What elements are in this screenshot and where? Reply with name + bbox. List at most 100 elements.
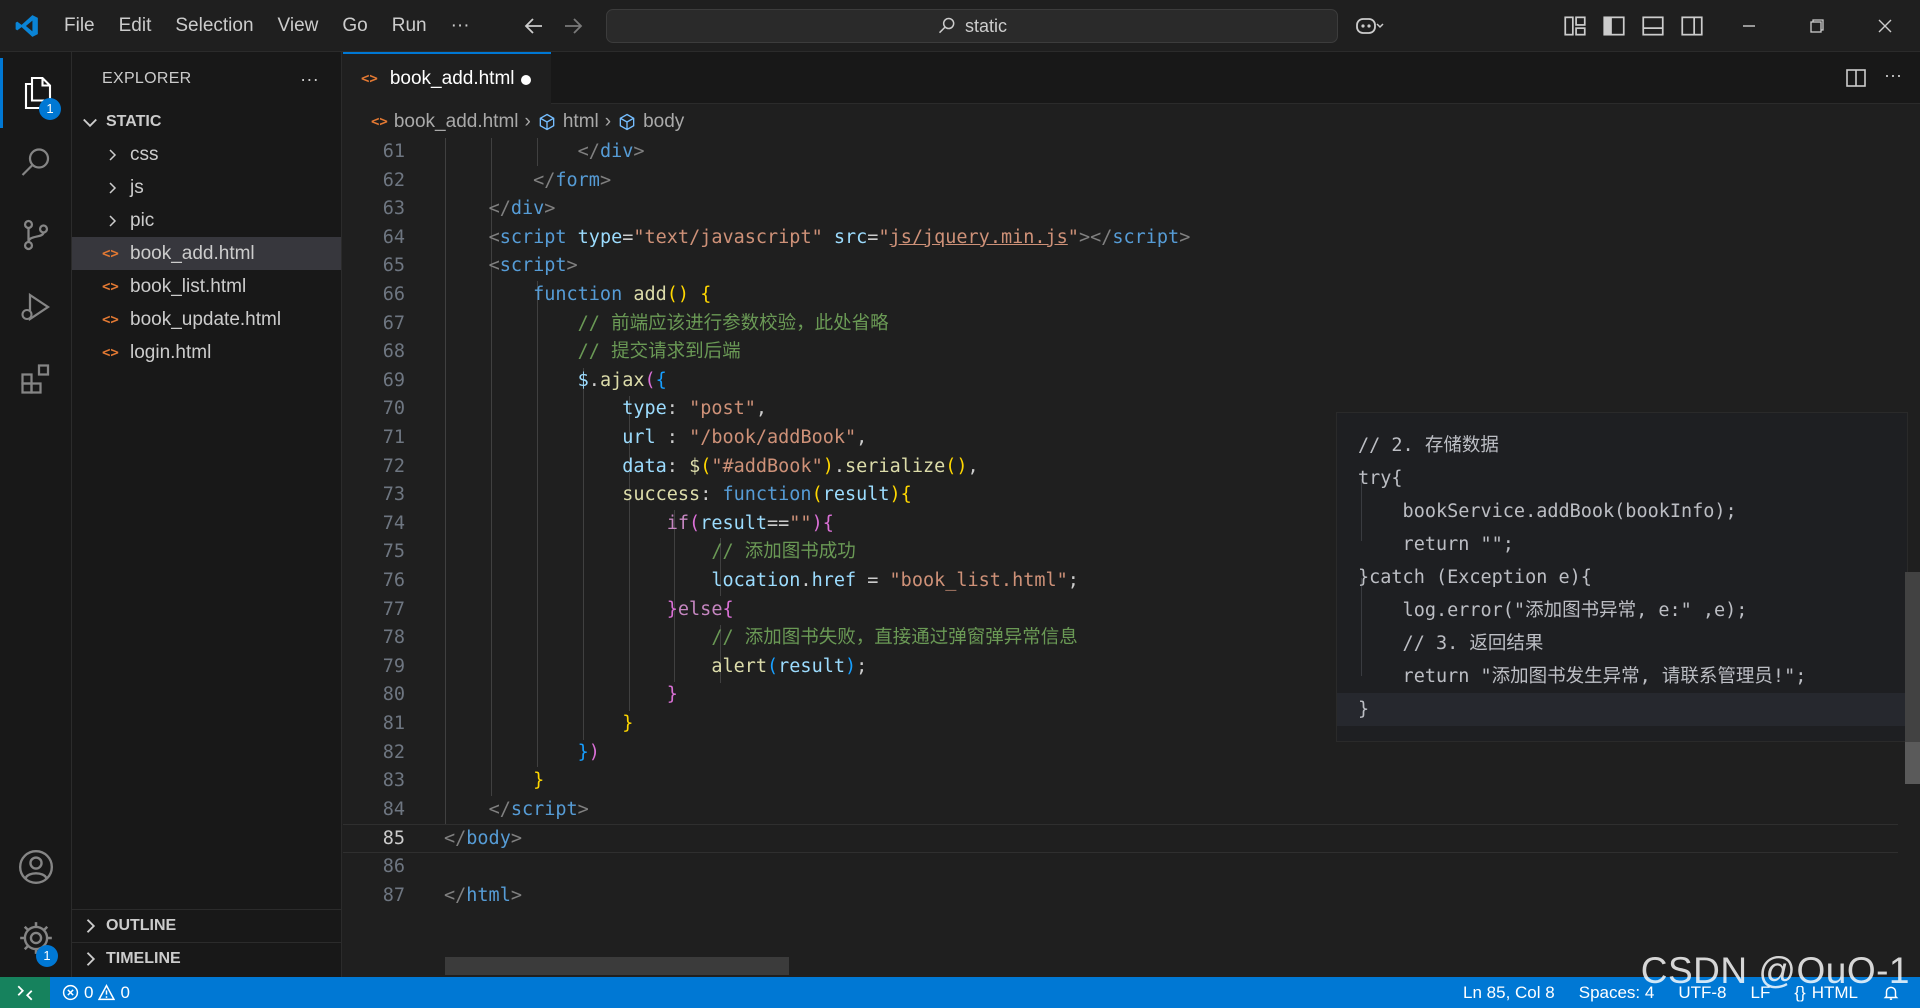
split-editor-icon[interactable] <box>1844 66 1868 90</box>
csdn-watermark: CSDN @OuO-1 <box>1640 950 1910 991</box>
vertical-scrollbar-thumb[interactable] <box>1905 742 1920 784</box>
code-line: 69 $.ajax({ <box>382 369 667 391</box>
tree-file-label: book_update.html <box>130 308 282 330</box>
tab-book-add[interactable]: <> book_add.html <box>343 52 551 104</box>
tree-file-label: book_list.html <box>130 275 247 297</box>
explorer-more-button[interactable]: ··· <box>300 69 319 90</box>
problems-indicator[interactable]: 0 0 <box>62 983 130 1003</box>
html-file-icon: <> <box>102 278 119 295</box>
breadcrumb-file[interactable]: book_add.html <box>394 111 519 133</box>
chevron-right-icon: › <box>604 111 612 132</box>
warning-icon <box>98 984 116 1001</box>
toggle-panel-icon[interactable] <box>1640 13 1666 39</box>
activity-explorer[interactable]: 1 <box>0 58 72 128</box>
tree-file-label: login.html <box>130 341 212 363</box>
activity-bar: 1 1 <box>0 52 72 977</box>
editor-tab-bar: <> book_add.html ··· <box>343 52 1920 104</box>
code-line: 65 <script> <box>382 255 578 277</box>
tree-file-book-add[interactable]: <> book_add.html <box>72 237 341 270</box>
settings-badge: 1 <box>36 945 58 967</box>
tree-folder-label: js <box>130 176 144 198</box>
workspace-folder-label: STATIC <box>106 113 162 130</box>
menu-edit[interactable]: Edit <box>107 0 164 52</box>
snippet-line: try{ <box>1358 468 1403 489</box>
error-count: 0 <box>84 982 94 1002</box>
chevron-right-icon <box>86 919 96 933</box>
menu-selection[interactable]: Selection <box>163 0 265 52</box>
code-line: 66 function add() { <box>382 284 712 305</box>
horizontal-scrollbar[interactable] <box>445 957 789 975</box>
timeline-label: TIMELINE <box>106 950 181 967</box>
tree-folder-label: pic <box>130 209 155 231</box>
tree-file-book-list[interactable]: <> book_list.html <box>72 270 341 303</box>
tree-folder-css[interactable]: css <box>72 138 341 171</box>
toggle-secondary-sidebar-icon[interactable] <box>1679 13 1705 39</box>
timeline-section-header[interactable]: TIMELINE <box>72 942 342 975</box>
breadcrumb-body[interactable]: body <box>643 111 684 133</box>
unsaved-dot-icon[interactable] <box>521 75 531 85</box>
vscode-logo-icon <box>15 15 38 37</box>
code-line: 62 </form> <box>382 169 612 191</box>
workspace-folder-header[interactable]: STATIC <box>72 106 341 138</box>
back-arrow-icon[interactable] <box>522 14 546 38</box>
explorer-title: EXPLORER <box>102 70 192 87</box>
explorer-badge: 1 <box>39 98 61 120</box>
minimize-button[interactable] <box>1715 0 1783 52</box>
chevron-right-icon <box>109 148 117 161</box>
restore-icon <box>1810 19 1824 33</box>
code-line: 68 // 提交请求到后端 <box>382 341 741 363</box>
close-window-button[interactable] <box>1851 0 1919 52</box>
menu-more[interactable]: ··· <box>439 0 482 52</box>
title-bar: File Edit Selection View Go Run ··· stat… <box>0 0 1920 52</box>
restore-button[interactable] <box>1783 0 1851 52</box>
activity-manage[interactable]: 1 <box>0 903 72 973</box>
code-line: 86 <box>382 856 405 877</box>
forward-arrow-icon[interactable] <box>561 14 585 38</box>
customize-layout-icon[interactable] <box>1562 13 1588 39</box>
tree-file-login[interactable]: <> login.html <box>72 336 341 369</box>
menu-run[interactable]: Run <box>380 0 439 52</box>
copilot-icon[interactable] <box>1354 13 1384 39</box>
cursor-position[interactable]: Ln 85, Col 8 <box>1463 983 1555 1003</box>
search-icon <box>938 17 955 34</box>
toggle-primary-sidebar-icon[interactable] <box>1601 13 1627 39</box>
tree-folder-label: css <box>130 143 159 165</box>
source-control-icon <box>23 219 49 251</box>
html-file-icon: <> <box>361 71 378 87</box>
chevron-down-icon <box>83 118 97 128</box>
snippet-line: // 2. 存储数据 <box>1358 435 1499 456</box>
html-file-icon: <> <box>102 245 119 262</box>
tree-folder-js[interactable]: js <box>72 171 341 204</box>
breadcrumb: <> book_add.html › html › body <box>343 106 1920 138</box>
menu-go[interactable]: Go <box>330 0 379 52</box>
snippet-line: return ""; <box>1358 534 1514 555</box>
activity-accounts[interactable] <box>0 832 72 902</box>
activity-source-control[interactable] <box>0 200 72 270</box>
error-icon <box>62 984 79 1001</box>
run-debug-icon <box>21 292 51 322</box>
command-center-search[interactable]: static <box>606 9 1338 43</box>
explorer-header: EXPLORER ··· <box>72 52 341 106</box>
html-file-icon: <> <box>102 344 119 361</box>
activity-search[interactable] <box>0 128 72 198</box>
chevron-right-icon <box>86 952 96 966</box>
tree-file-book-update[interactable]: <> book_update.html <box>72 303 341 336</box>
html-file-icon: <> <box>371 114 388 130</box>
status-bar: 0 0 Ln 85, Col 8 Spaces: 4 UTF-8 LF {} HT… <box>0 977 1920 1008</box>
menu-file[interactable]: File <box>52 0 107 52</box>
code-line: 82 }) <box>382 741 600 763</box>
activity-extensions[interactable] <box>0 344 72 414</box>
breadcrumb-html[interactable]: html <box>563 111 599 133</box>
editor-more-actions[interactable]: ··· <box>1884 65 1902 86</box>
symbol-element-icon <box>619 113 635 131</box>
tree-folder-pic[interactable]: pic <box>72 204 341 237</box>
extensions-icon <box>21 364 50 394</box>
snippet-line: return "添加图书发生异常, 请联系管理员!"; <box>1358 666 1807 687</box>
tree-file-label: book_add.html <box>130 242 255 264</box>
menu-view[interactable]: View <box>266 0 331 52</box>
remote-indicator[interactable] <box>0 977 50 1008</box>
activity-run-debug[interactable] <box>0 272 72 342</box>
snippet-line: bookService.addBook(bookInfo); <box>1358 501 1737 522</box>
code-line: 84 </script> <box>382 798 589 820</box>
outline-section-header[interactable]: OUTLINE <box>72 909 342 942</box>
